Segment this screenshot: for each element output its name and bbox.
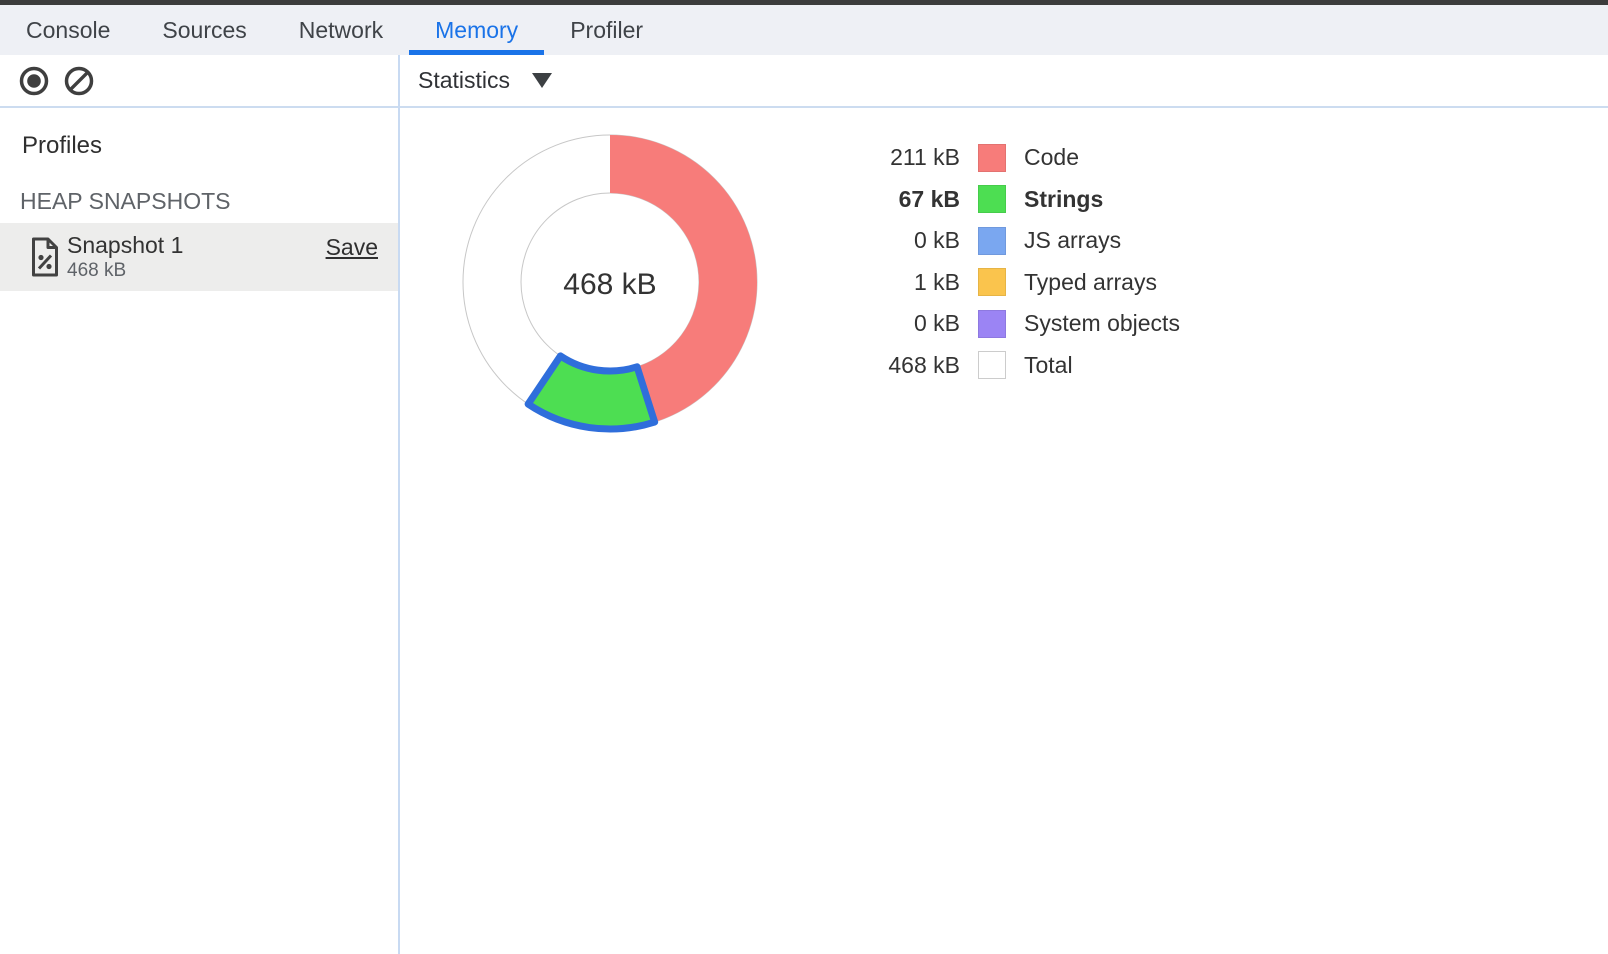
record-icon (18, 65, 50, 97)
legend-row-strings[interactable]: 67 kB Strings (820, 179, 1180, 221)
heap-snapshot-file-icon (30, 237, 60, 277)
tab-profiler[interactable]: Profiler (544, 5, 669, 55)
tab-memory[interactable]: Memory (409, 5, 544, 55)
legend-value: 468 kB (820, 352, 960, 379)
chevron-down-icon (532, 73, 552, 88)
tab-bar: ConsoleSourcesNetworkMemoryProfiler (0, 5, 1608, 55)
legend-swatch-strings (978, 185, 1006, 213)
legend-swatch-system-objects (978, 310, 1006, 338)
snapshot-size: 468 kB (67, 260, 126, 282)
legend-label: Total (1024, 352, 1073, 379)
perspective-select-label: Statistics (418, 67, 510, 94)
legend-value: 0 kB (820, 310, 960, 337)
clear-icon (63, 65, 95, 97)
legend-label: Code (1024, 144, 1079, 171)
record-heap-snapshot-button[interactable] (18, 65, 50, 97)
legend-label: Strings (1024, 186, 1103, 213)
donut-chart: 468 kB (450, 122, 770, 442)
legend-value: 1 kB (820, 269, 960, 296)
profiles-title: Profiles (22, 132, 102, 160)
tab-sources[interactable]: Sources (136, 5, 272, 55)
legend-row-js-arrays[interactable]: 0 kB JS arrays (820, 220, 1180, 262)
snapshot-title: Snapshot 1 (67, 232, 183, 259)
toolbar (0, 55, 1608, 108)
legend-value: 211 kB (820, 144, 960, 171)
tab-console[interactable]: Console (0, 5, 136, 55)
legend-label: Typed arrays (1024, 269, 1157, 296)
legend-row-typed-arrays[interactable]: 1 kB Typed arrays (820, 262, 1180, 304)
donut-center-label: 468 kB (563, 268, 656, 301)
legend-swatch-typed-arrays (978, 268, 1006, 296)
legend-row-total[interactable]: 468 kB Total (820, 345, 1180, 387)
legend-label: JS arrays (1024, 227, 1121, 254)
legend-row-system-objects[interactable]: 0 kB System objects (820, 303, 1180, 345)
legend-swatch-code (978, 144, 1006, 172)
panel-divider[interactable] (398, 55, 400, 954)
legend-label: System objects (1024, 310, 1180, 337)
save-snapshot-link[interactable]: Save (326, 234, 378, 261)
clear-profiles-button[interactable] (63, 65, 95, 97)
legend-swatch-total (978, 351, 1006, 379)
legend-row-code[interactable]: 211 kB Code (820, 137, 1180, 179)
legend: 211 kB Code 67 kB Strings 0 kB JS arrays 1 kB T… (820, 137, 1180, 386)
heap-snapshots-section-title: HEAP SNAPSHOTS (20, 188, 230, 215)
legend-value: 0 kB (820, 227, 960, 254)
tab-network[interactable]: Network (273, 5, 409, 55)
legend-value: 67 kB (820, 186, 960, 213)
legend-swatch-js-arrays (978, 227, 1006, 255)
perspective-select[interactable]: Statistics (418, 55, 552, 106)
snapshot-list-item[interactable]: Snapshot 1 468 kB Save (0, 223, 398, 291)
